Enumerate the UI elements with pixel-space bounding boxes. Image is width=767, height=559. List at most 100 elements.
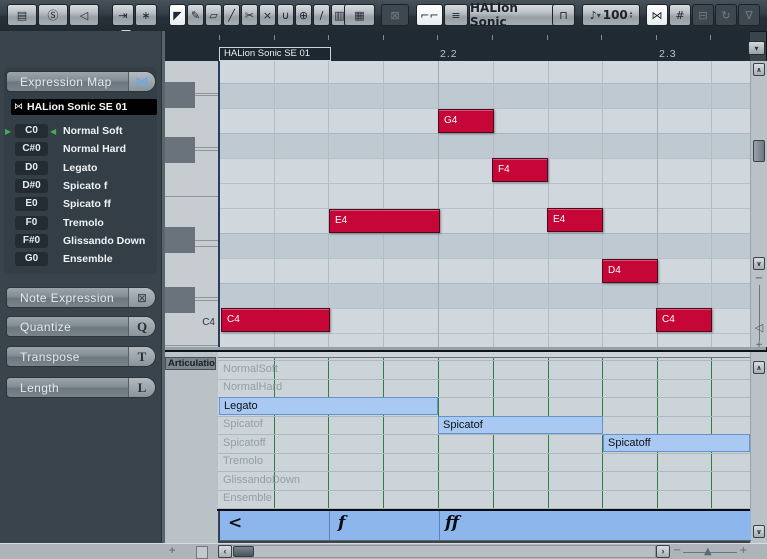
insert-velocity-control[interactable]: ♪▾100▴▾ bbox=[582, 4, 640, 26]
vertical-scrollbar[interactable]: ∧ ∨ − ◁ + bbox=[750, 61, 767, 347]
acoustic-feedback-button[interactable]: ◁ bbox=[69, 4, 99, 26]
expression-map-slot[interactable]: G0Ensemble bbox=[0, 252, 161, 267]
black-key[interactable] bbox=[165, 227, 195, 253]
expression-map-slot[interactable]: D0Legato bbox=[0, 161, 161, 176]
midi-note[interactable]: C4 bbox=[221, 308, 330, 332]
quantize-icon[interactable]: Q bbox=[128, 317, 155, 336]
vertical-zoom-thumb[interactable]: ◁ bbox=[751, 321, 767, 334]
glue-tool-button[interactable]: ∪ bbox=[277, 4, 294, 26]
articulation-event[interactable]: Spicatoff bbox=[603, 434, 750, 452]
lane-name-label[interactable]: Ensemble bbox=[223, 492, 272, 504]
ruler-options-dropdown[interactable]: ▾ bbox=[748, 41, 765, 55]
zoom-tool-button[interactable]: ⊕ bbox=[295, 4, 312, 26]
horizontal-zoom-thumb[interactable]: ▲ bbox=[704, 546, 712, 557]
panel-header-transpose[interactable]: TransposeT bbox=[6, 346, 156, 367]
note-grid[interactable]: C4 E4 G4 F4 E4 D4 C4 bbox=[218, 61, 750, 347]
vertical-scrollbar-thumb[interactable] bbox=[753, 140, 765, 162]
articulation-lane-selector[interactable]: Articulation bbox=[165, 357, 216, 370]
mute-tool-button[interactable]: × bbox=[259, 4, 276, 26]
expression-map-slot[interactable]: F#0Glissando Down bbox=[0, 234, 161, 249]
lane-name-label[interactable]: Tremolo bbox=[223, 455, 263, 467]
scroll-right-button[interactable]: › bbox=[656, 545, 670, 558]
lane-name-label[interactable]: NormalHard bbox=[223, 381, 282, 393]
midi-note[interactable]: F4 bbox=[492, 158, 548, 182]
black-key[interactable] bbox=[165, 287, 195, 313]
glue-tool-icon: ∪ bbox=[281, 9, 289, 22]
horizontal-zoom-in[interactable]: + bbox=[739, 545, 747, 556]
expression-map-slot[interactable]: F0Tremolo bbox=[0, 216, 161, 231]
lane-name-label[interactable]: Spicatof bbox=[223, 418, 263, 430]
black-key[interactable] bbox=[165, 82, 195, 108]
lane-name-label[interactable]: NormalSoft bbox=[223, 363, 278, 375]
horizontal-scrollbar-thumb[interactable] bbox=[233, 546, 254, 557]
dynamics-symbol[interactable]: f bbox=[338, 513, 345, 533]
lane-name-label[interactable]: GlissandoDown bbox=[223, 474, 300, 486]
object-selection-tool-button[interactable]: ◤ bbox=[169, 4, 186, 26]
split-tool-button[interactable]: ✂ bbox=[241, 4, 258, 26]
dynamics-symbol[interactable]: < bbox=[228, 513, 242, 533]
window-layout-button[interactable]: ▤ bbox=[7, 4, 37, 26]
expression-map-slot[interactable]: C#0Normal Hard bbox=[0, 142, 161, 157]
part-selector-dropdown[interactable]: HALion Sonic▾ bbox=[469, 4, 561, 26]
vertical-zoom-out[interactable]: − bbox=[751, 273, 767, 284]
add-controller-lane-button[interactable]: + bbox=[169, 545, 175, 557]
panel-header-quantize[interactable]: QuantizeQ bbox=[6, 316, 156, 337]
transpose-icon[interactable]: T bbox=[128, 347, 155, 366]
show-note-expression-button[interactable]: ⊠ bbox=[381, 4, 409, 26]
quantize-preset-icon: ⊟ bbox=[698, 9, 707, 22]
trim-tool-button[interactable]: ╱ bbox=[223, 4, 240, 26]
expression-map-slot[interactable]: E0Spicato ff bbox=[0, 197, 161, 212]
articulation-lanes[interactable]: NormalSoftNormalHardSpicatofSpicatoffTre… bbox=[218, 352, 750, 509]
panel-header-length[interactable]: LengthL bbox=[6, 377, 156, 398]
midi-note[interactable]: G4 bbox=[438, 109, 494, 133]
line-tool-button[interactable]: ∕ bbox=[313, 4, 330, 26]
horizontal-scrollbar[interactable] bbox=[218, 545, 656, 558]
midi-note[interactable]: E4 bbox=[547, 208, 603, 232]
iterative-quantize-button[interactable]: ↻ bbox=[715, 4, 737, 26]
timeline-ruler[interactable]: HALion Sonic SE 01 2.22.3 bbox=[165, 31, 750, 61]
length-icon[interactable]: L bbox=[128, 378, 155, 397]
scroll-up-button[interactable]: ∧ bbox=[753, 63, 765, 76]
expression-map-cap[interactable]: ⋈ bbox=[128, 72, 155, 91]
quantize-preset-button[interactable]: ⊟ bbox=[692, 4, 714, 26]
snap-button[interactable]: ⋈ bbox=[646, 4, 668, 26]
panel-header-note-expression[interactable]: Note Expression⊠ bbox=[6, 287, 156, 308]
edit-active-part-button[interactable]: ≡ bbox=[444, 4, 468, 26]
midi-note[interactable]: D4 bbox=[602, 259, 658, 283]
scroll-left-button[interactable]: ‹ bbox=[218, 545, 232, 558]
scroll-down-button[interactable]: ∨ bbox=[753, 257, 765, 270]
suspend-autoscroll-button[interactable]: ∗ bbox=[135, 4, 157, 26]
dynamics-lane[interactable]: <fff bbox=[219, 511, 751, 541]
lanes-vertical-scrollbar[interactable]: ∧ ∨ bbox=[750, 352, 767, 543]
expression-map-header[interactable]: Expression Map ⋈ bbox=[6, 71, 156, 92]
black-key[interactable] bbox=[165, 137, 195, 163]
midi-note[interactable]: C4 bbox=[656, 308, 712, 332]
draw-tool-button[interactable]: ✎ bbox=[187, 4, 204, 26]
horizontal-zoom-out[interactable]: − bbox=[673, 545, 681, 556]
expression-map-slot[interactable]: ▶◀C0Normal Soft bbox=[0, 124, 161, 139]
lane-name-label[interactable]: Spicatoff bbox=[223, 437, 266, 449]
grid-type-button[interactable]: # bbox=[669, 4, 691, 26]
event-filter-button[interactable]: ∇ bbox=[738, 4, 760, 26]
autoscroll-button[interactable]: ⇥ bbox=[112, 4, 134, 26]
piano-keyboard[interactable]: C4 bbox=[165, 61, 218, 347]
articulation-event[interactable]: Spicatof bbox=[438, 416, 603, 434]
slot-key-label: D0 bbox=[15, 161, 48, 175]
velocity-spinner-icon[interactable]: ▴▾ bbox=[630, 11, 633, 19]
step-input-button[interactable]: ⊓ bbox=[552, 4, 575, 26]
transpositions-group: ▦ bbox=[344, 4, 375, 26]
lanes-scroll-down-button[interactable]: ∨ bbox=[753, 525, 765, 538]
note-expression-disabled-icon[interactable]: ⊠ bbox=[128, 288, 155, 307]
erase-tool-button[interactable]: ▱ bbox=[205, 4, 222, 26]
lane-preset-icon[interactable] bbox=[196, 546, 208, 559]
indicate-transpositions-button[interactable]: ▦ bbox=[344, 4, 375, 26]
lanes-scroll-up-button[interactable]: ∧ bbox=[753, 361, 765, 374]
solo-editor-button[interactable]: Ⓢ bbox=[38, 4, 68, 26]
articulation-event[interactable]: Legato bbox=[219, 397, 438, 415]
expression-map-device[interactable]: ⋈ HALion Sonic SE 01 bbox=[11, 99, 157, 115]
dynamics-symbol[interactable]: ff bbox=[445, 513, 459, 533]
expression-map-slot[interactable]: D#0Spicato f bbox=[0, 179, 161, 194]
show-part-borders-button[interactable]: ⌐⌐ bbox=[416, 4, 443, 26]
grid-row-line bbox=[218, 258, 750, 259]
midi-note[interactable]: E4 bbox=[329, 209, 440, 233]
